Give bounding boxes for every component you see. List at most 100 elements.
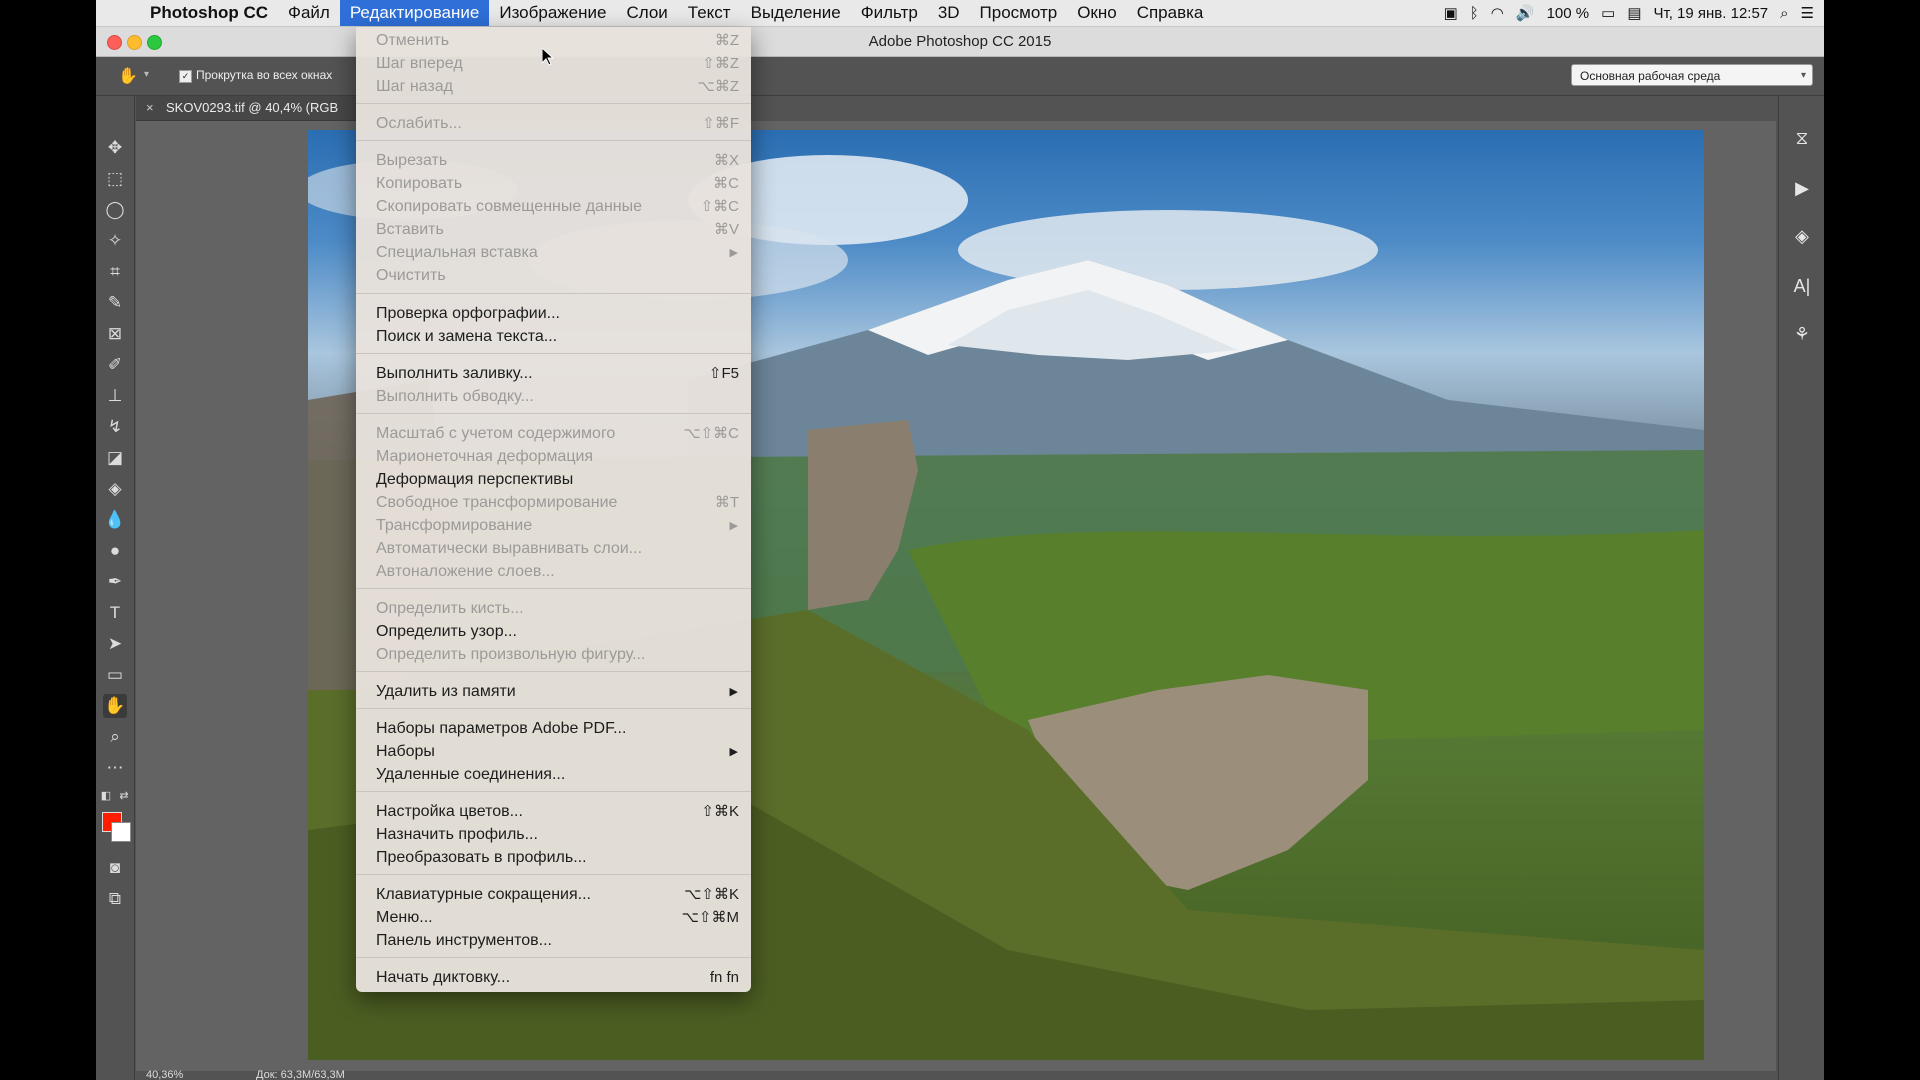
clock[interactable]: Чт, 19 янв. 12:57 [1654,5,1769,22]
dodge-tool-icon[interactable]: ● [103,539,127,563]
history-panel-icon[interactable]: ⧖ [1790,126,1814,150]
tool-preset-dropdown-icon[interactable]: ▾ [144,69,149,80]
menu-item-copy[interactable]: Копировать ⌘C [356,173,751,195]
menu-select[interactable]: Выделение [741,0,851,26]
menu-item-adobe-pdf-presets[interactable]: Наборы параметров Adobe PDF... [356,718,751,740]
menu-item-perspective-warp[interactable]: Деформация перспективы [356,469,751,491]
menu-item-purge[interactable]: Удалить из памяти ▶ [356,681,751,703]
menu-item-auto-blend-layers[interactable]: Автоналожение слоев... [356,561,751,583]
menu-item-check-spelling[interactable]: Проверка орфографии... [356,303,751,325]
menu-item-toolbar[interactable]: Панель инструментов... [356,930,751,952]
quick-mask-icon[interactable]: ◙ [103,856,127,880]
zoom-tool-icon[interactable]: ⌕ [103,725,127,749]
workspace-select[interactable]: Основная рабочая среда ▾ [1571,64,1813,86]
swap-colors-icon[interactable]: ⇄ [116,784,132,808]
menu-item-fill[interactable]: Выполнить заливку... ⇧F5 [356,363,751,385]
menu-item-transform[interactable]: Трансформирование ▶ [356,515,751,537]
menu-type[interactable]: Текст [678,0,741,26]
menu-file[interactable]: Файл [278,0,340,26]
document-size[interactable]: Док: 63,3M/63,3M [256,1069,345,1080]
menu-image[interactable]: Изображение [489,0,616,26]
battery-label[interactable]: 100 % [1547,5,1590,22]
screen-mode-icon[interactable]: ⧉ [103,887,127,911]
notification-icon[interactable]: ▣ [1444,4,1458,22]
bluetooth-icon[interactable]: ᛒ [1470,5,1479,22]
menu-item-define-pattern[interactable]: Определить узор... [356,621,751,643]
menu-item-cut[interactable]: Вырезать ⌘X [356,150,751,172]
eraser-tool-icon[interactable]: ◪ [103,446,127,470]
menu-view[interactable]: Просмотр [970,0,1068,26]
background-color-swatch[interactable] [111,822,131,842]
menu-item-define-brush[interactable]: Определить кисть... [356,598,751,620]
crop-tool-icon[interactable]: ⌗ [103,260,127,284]
spotlight-search-icon[interactable]: ⌕ [1780,5,1788,22]
menu-item-shortcut: ⇧F5 [708,365,739,382]
menu-item-start-dictation[interactable]: Начать диктовку... fn fn [356,967,751,989]
menu-item-paste[interactable]: Вставить ⌘V [356,219,751,241]
menu-item-color-settings[interactable]: Настройка цветов... ⇧⌘K [356,801,751,823]
menu-edit[interactable]: Редактирование [339,0,490,26]
healing-brush-tool-icon[interactable]: ⊠ [103,322,127,346]
menu-window[interactable]: Окно [1067,0,1127,26]
move-tool-icon[interactable]: ✥ [103,136,127,160]
pen-tool-icon[interactable]: ✒ [103,570,127,594]
menu-item-convert-to-profile[interactable]: Преобразовать в профиль... [356,847,751,869]
mouse-pointer-icon [542,48,554,66]
character-panel-icon[interactable]: A| [1790,274,1814,298]
brush-tool-icon[interactable]: ✐ [103,353,127,377]
menu-item-label: Определить произвольную фигуру... [376,646,646,663]
brush-panel-icon[interactable]: ⚘ [1790,322,1814,346]
menu-item-copy-merged[interactable]: Скопировать совмещенные данные ⇧⌘C [356,196,751,218]
zoom-level[interactable]: 40,36% [146,1069,183,1080]
history-brush-tool-icon[interactable]: ↯ [103,415,127,439]
type-tool-icon[interactable]: T [103,601,127,625]
hand-tool-icon[interactable]: ✋ [103,694,127,718]
rectangle-tool-icon[interactable]: ▭ [103,663,127,687]
menu-item-content-aware-scale[interactable]: Масштаб с учетом содержимого ⌥⇧⌘C [356,423,751,445]
menu-item-paste-special[interactable]: Специальная вставка ▶ [356,242,751,264]
menu-item-fade[interactable]: Ослабить... ⇧⌘F [356,113,751,135]
menu-filter[interactable]: Фильтр [851,0,928,26]
menu-item-puppet-warp[interactable]: Марионеточная деформация [356,446,751,468]
default-colors-icon[interactable]: ◧ [98,784,114,808]
layers-panel-icon[interactable]: ◈ [1790,224,1814,248]
menu-item-assign-profile[interactable]: Назначить профиль... [356,824,751,846]
clone-stamp-tool-icon[interactable]: ⊥ [103,384,127,408]
notification-center-icon[interactable]: ☰ [1801,4,1814,22]
battery-icon[interactable]: ▭ [1601,4,1615,22]
menu-item-stroke[interactable]: Выполнить обводку... [356,386,751,408]
menu-layers[interactable]: Слои [616,0,677,26]
menu-item-find-replace-text[interactable]: Поиск и замена текста... [356,326,751,348]
actions-panel-icon[interactable]: ▶ [1790,176,1814,200]
eyedropper-tool-icon[interactable]: ✎ [103,291,127,315]
menu-3d[interactable]: 3D [928,0,970,26]
menu-item-define-custom-shape[interactable]: Определить произвольную фигуру... [356,644,751,666]
menu-item-remote-connections[interactable]: Удаленные соединения... [356,764,751,786]
lasso-tool-icon[interactable]: ◯ [103,198,127,222]
menu-item-presets[interactable]: Наборы ▶ [356,741,751,763]
menu-item-label: Удалить из памяти [376,683,516,700]
document-tab[interactable]: × SKOV0293.tif @ 40,4% (RGB [136,96,386,121]
menu-item-free-transform[interactable]: Свободное трансформирование ⌘T [356,492,751,514]
tool-preset-hand-icon[interactable]: ✋ [118,66,138,86]
marquee-tool-icon[interactable]: ⬚ [103,167,127,191]
menu-item-label: Определить кисть... [376,600,524,617]
menu-item-keyboard-shortcuts[interactable]: Клавиатурные сокращения... ⌥⇧⌘K [356,884,751,906]
menu-item-clear[interactable]: Очистить [356,265,751,287]
magic-wand-tool-icon[interactable]: ✧ [103,229,127,253]
close-document-icon[interactable]: × [146,100,154,115]
scroll-all-windows-checkbox[interactable]: ✓ [179,70,192,83]
paint-bucket-tool-icon[interactable]: ◈ [103,477,127,501]
menu-item-step-backward[interactable]: Шаг назад ⌥⌘Z [356,76,751,98]
blur-tool-icon[interactable]: 💧 [103,508,127,532]
menu-app-name[interactable]: Photoshop CC [140,0,278,26]
more-tools-icon[interactable]: ⋯ [103,756,127,780]
menu-item-label: Меню... [376,909,433,926]
menu-help[interactable]: Справка [1127,0,1214,26]
path-selection-tool-icon[interactable]: ➤ [103,632,127,656]
wifi-icon[interactable]: ◠ [1491,4,1504,22]
menu-item-menus[interactable]: Меню... ⌥⇧⌘M [356,907,751,929]
input-source-flag-icon[interactable]: ▤ [1627,4,1641,22]
volume-icon[interactable]: 🔊 [1516,4,1535,22]
menu-item-auto-align-layers[interactable]: Автоматически выравнивать слои... [356,538,751,560]
